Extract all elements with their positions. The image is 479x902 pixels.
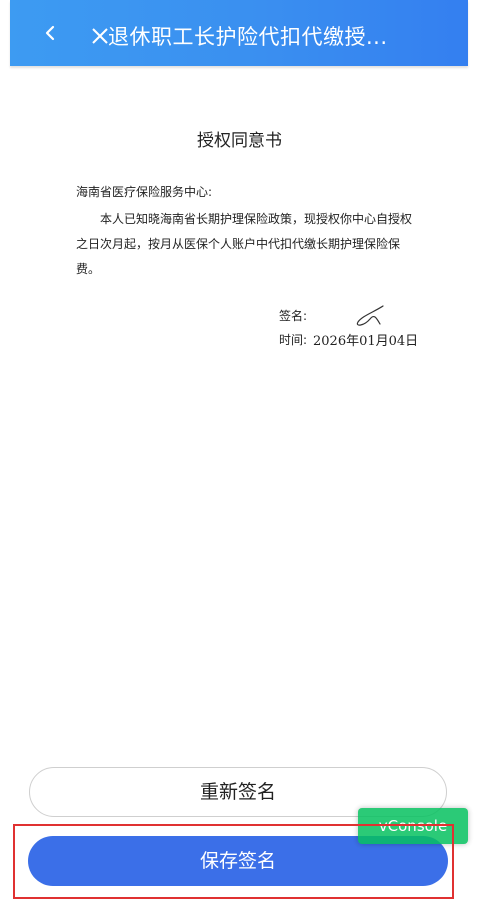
chevron-left-icon[interactable] (38, 20, 62, 46)
close-icon[interactable] (90, 26, 110, 46)
time-label: 时间: (279, 333, 308, 347)
vconsole-button[interactable]: vConsole (358, 808, 468, 844)
time-value: 2026年01月04日 (313, 334, 419, 349)
document-recipient: 海南省医疗保险服务中心: (76, 185, 213, 199)
signature-label: 签名: (279, 309, 308, 323)
document-title: 授权同意书 (197, 131, 282, 151)
title-bar: 退休职工长护险代扣代缴授... (10, 0, 468, 66)
document-body-text: 本人已知晓海南省长期护理保险政策，现授权你中心自授权之日次月起，按月从医保个人账… (76, 212, 413, 276)
page-title: 退休职工长护险代扣代缴授... (108, 25, 388, 49)
signature-image (356, 305, 384, 326)
document-body: 本人已知晓海南省长期护理保险政策，现授权你中心自授权之日次月起，按月从医保个人账… (76, 207, 412, 282)
